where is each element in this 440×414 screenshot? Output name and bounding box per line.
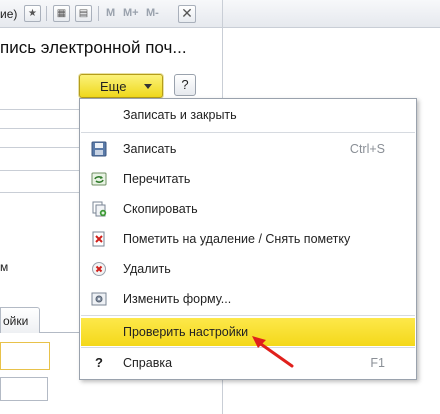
more-button-label: Еще: [100, 79, 127, 94]
chevron-down-icon: [144, 84, 152, 89]
close-icon[interactable]: ✕: [178, 5, 196, 23]
form-window: ие) ★ ▦ ▤ M M+ M- ✕ пись электронной поч…: [0, 0, 440, 414]
menu-item-label: Записать: [123, 142, 177, 156]
form-field-border: [0, 109, 90, 110]
mark-delete-icon: [91, 231, 107, 247]
form-field-border: [0, 128, 90, 129]
menu-item-label: Перечитать: [123, 172, 191, 186]
menu-item-label: Справка: [123, 356, 173, 370]
toolbar-separator: [98, 6, 99, 21]
form-settings-icon: [91, 291, 107, 307]
form-label-fragment: м: [0, 260, 9, 274]
menu-item-label: Записать и закрыть: [123, 108, 237, 122]
menu-item-shortcut: Ctrl+S: [349, 142, 385, 156]
menu-item-shortcut: F1: [370, 356, 385, 370]
form-field-border: [0, 170, 90, 171]
menu-separator: [81, 315, 415, 316]
settings-input-field[interactable]: [0, 342, 50, 370]
save-icon: [91, 141, 107, 157]
help-button[interactable]: ?: [174, 74, 196, 96]
menu-item-copy[interactable]: Скопировать: [81, 195, 415, 223]
menu-item-check-settings[interactable]: Проверить настройки: [81, 318, 415, 346]
menu-item-save[interactable]: Записать Ctrl+S: [81, 135, 415, 163]
menu-item-delete[interactable]: Удалить: [81, 255, 415, 283]
menu-item-help[interactable]: ? Справка F1: [81, 349, 415, 377]
delete-icon: [91, 261, 107, 277]
copy-icon: [91, 201, 107, 217]
menu-separator: [81, 132, 415, 133]
more-button[interactable]: Еще: [79, 74, 163, 98]
form-field-border: [0, 192, 90, 193]
memory-plus-button[interactable]: M+: [123, 7, 139, 19]
menu-item-mark-deletion[interactable]: Пометить на удаление / Снять пометку: [81, 225, 415, 253]
tab-label: ойки: [3, 314, 29, 328]
help-icon: ?: [95, 355, 103, 370]
annotation-arrow-icon: [252, 336, 294, 368]
menu-item-label: Проверить настройки: [123, 325, 249, 339]
memory-button[interactable]: M: [106, 7, 115, 19]
menu-separator: [81, 347, 415, 348]
window-title: ие): [0, 7, 18, 21]
menu-item-label: Удалить: [123, 262, 171, 276]
window-title-bar: ие) ★ ▦ ▤ M M+ M- ✕: [0, 0, 440, 28]
memory-minus-button[interactable]: M-: [146, 7, 159, 19]
menu-item-label: Пометить на удаление / Снять пометку: [123, 232, 351, 246]
menu-item-edit-form[interactable]: Изменить форму...: [81, 285, 415, 313]
menu-item-save-and-close[interactable]: Записать и закрыть: [81, 101, 415, 129]
calendar-icon[interactable]: ▤: [75, 5, 92, 22]
calculator-icon[interactable]: ▦: [53, 5, 70, 22]
menu-item-reread[interactable]: Перечитать: [81, 165, 415, 193]
settings-input-field-2[interactable]: [0, 377, 48, 401]
page-title: пись электронной поч...: [0, 38, 187, 57]
more-menu: Записать и закрыть Записать Ctrl+S Переч…: [79, 98, 417, 380]
tab-settings[interactable]: ойки: [0, 307, 40, 333]
form-field-border: [0, 147, 90, 148]
toolbar-separator: [46, 6, 47, 21]
star-icon[interactable]: ★: [24, 5, 41, 22]
menu-item-label: Изменить форму...: [123, 292, 232, 306]
menu-item-label: Скопировать: [123, 202, 198, 216]
reload-icon: [91, 171, 107, 187]
